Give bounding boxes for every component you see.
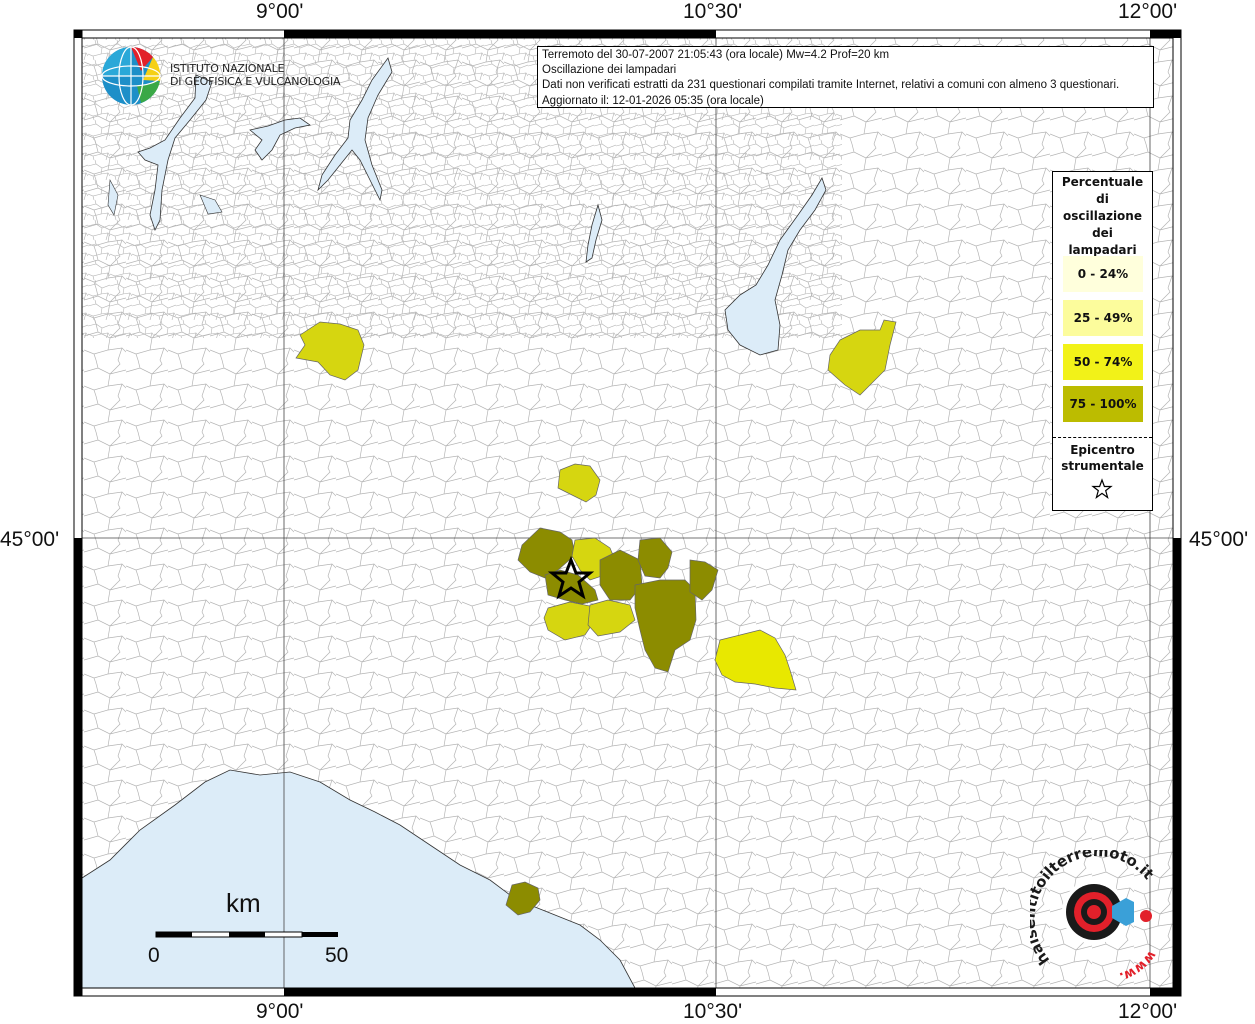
legend-title-line: dei (1092, 226, 1113, 240)
event-info-line-2: Oscillazione dei lampadari (542, 64, 677, 77)
coord-top-1: 9°00' (256, 0, 304, 23)
legend-separator (1053, 437, 1152, 438)
legend: Percentuale di oscillazione dei lampadar… (1052, 171, 1153, 511)
haisentito-logo-text: haisentitoilterremoto.it www. (1030, 850, 1159, 984)
legend-title-line: oscillazione (1063, 209, 1142, 223)
coord-left: 45°00' (0, 528, 60, 551)
legend-title: Percentuale di oscillazione dei lampadar… (1053, 174, 1152, 259)
institute-line-1: ISTITUTO NAZIONALE (170, 62, 285, 75)
haisentito-logo-label: haisentitoilterremoto.it (1030, 850, 1157, 968)
institute-name: ISTITUTO NAZIONALE DI GEOFISICA E VULCAN… (170, 62, 341, 88)
legend-epicenter-label: Epicentro strumentale (1053, 442, 1152, 474)
coord-top-3: 12°00' (1118, 0, 1178, 23)
legend-star-icon (1091, 478, 1113, 500)
scale-title: km (226, 888, 261, 918)
event-info-line-4: Aggiornato il: 12-01-2026 05:35 (ora loc… (542, 94, 764, 107)
coord-top-2: 10°30' (683, 0, 743, 23)
scale-bar (155, 931, 338, 938)
legend-class-3: 75 - 100% (1063, 386, 1143, 422)
event-info-box: Terremoto del 30-07-2007 21:05:43 (ora l… (537, 46, 1154, 108)
haisentito-logo-url: www. (1117, 948, 1159, 984)
coord-bottom-2: 10°30' (683, 1000, 743, 1023)
coord-bottom-1: 9°00' (256, 1000, 304, 1023)
event-info-line-3: Dati non verificati estratti da 231 ques… (542, 79, 1120, 92)
ingv-logo-icon (101, 46, 161, 106)
scale-min: 0 (148, 944, 160, 967)
coord-bottom-3: 12°00' (1118, 1000, 1178, 1023)
legend-title-line: Percentuale (1061, 175, 1144, 189)
svg-text:www.: www. (1117, 948, 1159, 984)
scale-max: 50 (325, 944, 349, 967)
svg-text:haisentitoilterremoto.it: haisentitoilterremoto.it (1030, 850, 1157, 968)
legend-class-2: 50 - 74% (1063, 344, 1143, 380)
coord-right: 45°00' (1189, 528, 1249, 551)
legend-class-1: 25 - 49% (1063, 300, 1143, 336)
institute-line-2: DI GEOFISICA E VULCANOLOGIA (170, 75, 341, 88)
legend-class-0: 0 - 24% (1063, 256, 1143, 292)
legend-title-line: di (1096, 192, 1109, 206)
legend-epicenter-line: Epicentro (1070, 443, 1135, 457)
legend-epicenter-line: strumentale (1061, 459, 1144, 473)
event-info-line-1: Terremoto del 30-07-2007 21:05:43 (ora l… (542, 49, 890, 61)
